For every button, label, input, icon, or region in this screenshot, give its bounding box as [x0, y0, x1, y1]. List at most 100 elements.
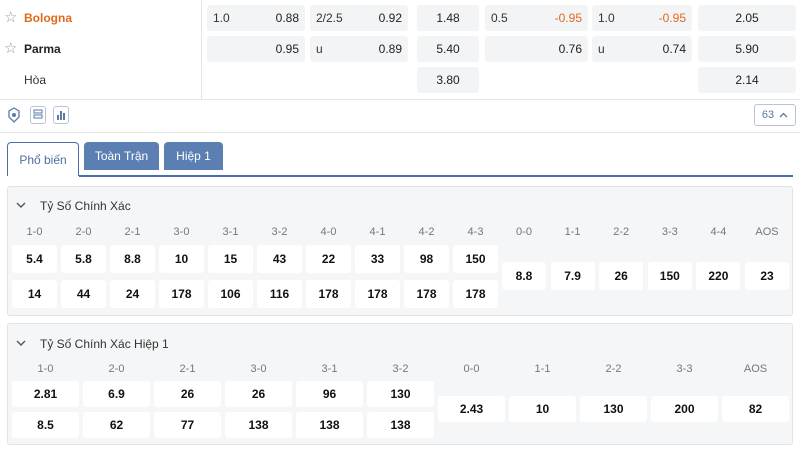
score-odds-cell[interactable]: 150: [453, 245, 498, 273]
score-label: 1-1: [564, 226, 581, 238]
odds-cell[interactable]: 0.95: [207, 36, 305, 62]
score-odds-cell[interactable]: 82: [722, 396, 789, 422]
score-odds-cell[interactable]: 200: [651, 396, 718, 422]
odds-cell[interactable]: 2.05: [698, 5, 796, 31]
odds-cell[interactable]: 2/2.5 0.92: [310, 5, 408, 31]
score-label: 3-3: [676, 363, 693, 375]
score-odds-cell[interactable]: 10: [509, 396, 576, 422]
score-odds-cell[interactable]: 26: [225, 381, 292, 407]
odds-cell[interactable]: 0.76: [485, 36, 588, 62]
score-odds-cell[interactable]: 15: [208, 245, 253, 273]
score-odds-cell[interactable]: 178: [404, 280, 449, 308]
score-odds-cell[interactable]: 62: [83, 412, 150, 438]
score-label: 2-0: [75, 226, 92, 238]
team-name[interactable]: Parma: [24, 42, 61, 56]
market-count-toggle[interactable]: 63: [754, 104, 796, 126]
chart-icon[interactable]: [53, 106, 69, 124]
odds-cell[interactable]: 0.5 -0.95: [485, 5, 588, 31]
score-odds-cell[interactable]: 8.8: [110, 245, 155, 273]
star-icon[interactable]: ☆: [4, 41, 18, 56]
score-odds-cell[interactable]: 220: [696, 262, 741, 290]
score-odds-cell[interactable]: 98: [404, 245, 449, 273]
team-name: Hòa: [24, 73, 47, 87]
score-odds-cell[interactable]: 26: [599, 262, 644, 290]
odds-value: 0.89: [378, 42, 402, 56]
score-odds-cell[interactable]: 24: [110, 280, 155, 308]
score-label: 4-2: [418, 226, 435, 238]
odds-value: 0.76: [558, 42, 582, 56]
panel-title[interactable]: Tỷ Số Chính Xác Hiệp 1: [40, 337, 169, 351]
score-odds-cell[interactable]: 5.8: [61, 245, 106, 273]
score-label: 1-0: [26, 226, 43, 238]
score-odds-cell[interactable]: 14: [12, 280, 57, 308]
score-odds-cell[interactable]: 22: [306, 245, 351, 273]
score-odds-cell[interactable]: 10: [159, 245, 204, 273]
odds-cell[interactable]: 1.0 -0.95: [592, 5, 692, 31]
odds-cell[interactable]: u 0.89: [310, 36, 408, 62]
score-label: 3-0: [173, 226, 190, 238]
score-label: 3-1: [222, 226, 239, 238]
score-label: 1-0: [37, 363, 54, 375]
odds-cell[interactable]: 1.0 0.88: [207, 5, 305, 31]
odds-value: 5.40: [436, 42, 460, 56]
odds-cell[interactable]: 5.90: [698, 36, 796, 62]
score-odds-cell[interactable]: 178: [159, 280, 204, 308]
score-odds-cell[interactable]: 138: [296, 412, 363, 438]
odds-cell[interactable]: 1.48: [417, 5, 479, 31]
score-odds-cell[interactable]: 138: [225, 412, 292, 438]
score-label: 3-3: [661, 226, 678, 238]
score-odds-cell[interactable]: 106: [208, 280, 253, 308]
score-label: 4-3: [467, 226, 484, 238]
divider: [0, 132, 800, 133]
score-odds-cell[interactable]: 43: [257, 245, 302, 273]
odds-value: 2.05: [735, 11, 759, 25]
score-odds-cell[interactable]: 7.9: [550, 262, 595, 290]
score-odds-cell[interactable]: 178: [306, 280, 351, 308]
score-odds-cell[interactable]: 2.81: [12, 381, 79, 407]
score-odds-cell[interactable]: 150: [647, 262, 692, 290]
score-label: 2-2: [605, 363, 622, 375]
panel-title[interactable]: Tỷ Số Chính Xác: [40, 199, 131, 213]
tab-full-match[interactable]: Toàn Trận: [84, 142, 159, 170]
score-odds-cell[interactable]: 130: [367, 381, 434, 407]
score-odds-cell[interactable]: 33: [355, 245, 400, 273]
handicap-line: 0.5: [491, 11, 508, 25]
stats-badge-icon[interactable]: [6, 106, 22, 124]
odds-value: 0.95: [275, 42, 299, 56]
odds-value: -0.95: [658, 11, 686, 25]
score-odds-cell[interactable]: 77: [154, 412, 221, 438]
handicap-line: u: [598, 42, 605, 56]
score-odds-cell[interactable]: 6.9: [83, 381, 150, 407]
score-odds-cell[interactable]: 44: [61, 280, 106, 308]
score-odds-cell[interactable]: 138: [367, 412, 434, 438]
chevron-down-icon[interactable]: [16, 338, 26, 350]
score-odds-cell[interactable]: 8.5: [12, 412, 79, 438]
odds-cell[interactable]: u 0.74: [592, 36, 692, 62]
score-odds-cell[interactable]: 26: [154, 381, 221, 407]
odds-cell[interactable]: 2.14: [698, 67, 796, 93]
odds-cell[interactable]: 3.80: [417, 67, 479, 93]
score-odds-cell[interactable]: 5.4: [12, 245, 57, 273]
odds-value: -0.95: [554, 11, 582, 25]
score-odds-cell[interactable]: 23: [745, 262, 789, 290]
score-odds-cell[interactable]: 96: [296, 381, 363, 407]
odds-cell[interactable]: 5.40: [417, 36, 479, 62]
star-icon[interactable]: ☆: [4, 10, 18, 25]
score-label: 2-1: [179, 363, 196, 375]
score-odds-cell[interactable]: 178: [355, 280, 400, 308]
handicap-line: u: [316, 42, 323, 56]
score-odds-cell[interactable]: 8.8: [502, 262, 546, 290]
chevron-down-icon[interactable]: [16, 200, 26, 212]
list-icon[interactable]: [30, 106, 46, 124]
tab-first-half[interactable]: Hiệp 1: [164, 142, 223, 170]
odds-value: 0.74: [662, 42, 686, 56]
score-odds-cell[interactable]: 2.43: [438, 396, 505, 422]
score-odds-cell[interactable]: 130: [580, 396, 647, 422]
tab-popular[interactable]: Phổ biến: [7, 142, 79, 176]
score-label: 2-2: [613, 226, 630, 238]
team-name[interactable]: Bologna: [24, 11, 72, 25]
handicap-line: 1.0: [213, 11, 230, 25]
column-divider: [201, 0, 202, 100]
score-odds-cell[interactable]: 116: [257, 280, 302, 308]
score-odds-cell[interactable]: 178: [453, 280, 498, 308]
